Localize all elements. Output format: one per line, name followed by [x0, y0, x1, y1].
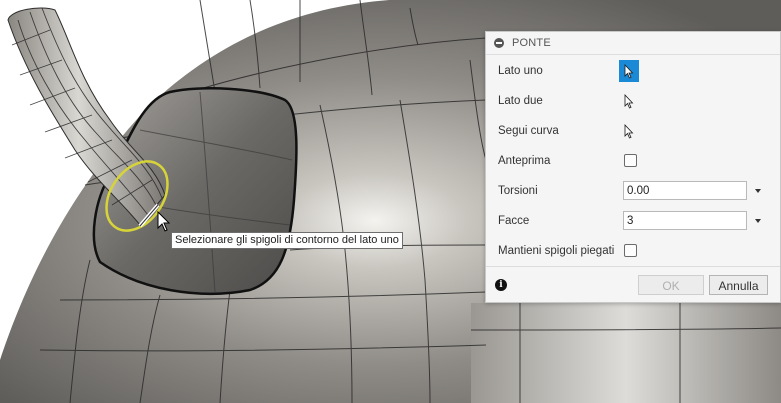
model-lower-surface [471, 303, 781, 403]
lato-due-select-button[interactable] [619, 90, 639, 112]
mantieni-checkbox[interactable] [624, 244, 637, 257]
arrow-cursor-icon [624, 93, 634, 109]
facce-input[interactable]: 3 [623, 211, 747, 230]
dialog-title: PONTE [512, 37, 551, 49]
anteprima-label: Anteprima [498, 155, 551, 167]
lato-uno-label: Lato uno [498, 65, 543, 77]
mouse-cursor-icon [157, 211, 171, 232]
row-facce: Facce [498, 209, 618, 233]
lato-due-label: Lato due [498, 95, 543, 107]
anteprima-checkbox[interactable] [624, 154, 637, 167]
mantieni-label: Mantieni spigoli piegati [498, 245, 615, 257]
lato-uno-select-button[interactable] [619, 60, 639, 82]
footer-divider [486, 266, 780, 267]
chevron-down-icon[interactable] [755, 189, 761, 193]
row-segui-curva: Segui curva [498, 119, 618, 143]
row-anteprima: Anteprima [498, 149, 618, 173]
segui-curva-select-button[interactable] [619, 120, 639, 142]
facce-label: Facce [498, 215, 530, 227]
row-lato-uno: Lato uno [498, 59, 618, 83]
row-torsioni: Torsioni [498, 179, 618, 203]
torsioni-label: Torsioni [498, 185, 538, 197]
torsioni-input[interactable]: 0.00 [623, 181, 747, 200]
row-lato-due: Lato due [498, 89, 618, 113]
annulla-button[interactable]: Annulla [709, 275, 768, 295]
ponte-dialog: PONTE Lato uno Lato due Segui curva Ante… [485, 31, 781, 303]
selection-tooltip: Selezionare gli spigoli di contorno del … [171, 232, 403, 249]
arrow-cursor-icon [624, 123, 634, 139]
ok-button[interactable]: OK [638, 275, 704, 295]
info-icon[interactable]: i [495, 279, 507, 291]
minus-circle-icon[interactable] [494, 38, 504, 48]
chevron-down-icon[interactable] [755, 219, 761, 223]
row-mantieni: Mantieni spigoli piegati [498, 239, 638, 263]
dialog-header: PONTE [486, 32, 780, 55]
arrow-cursor-icon [624, 63, 634, 79]
segui-curva-label: Segui curva [498, 125, 559, 137]
